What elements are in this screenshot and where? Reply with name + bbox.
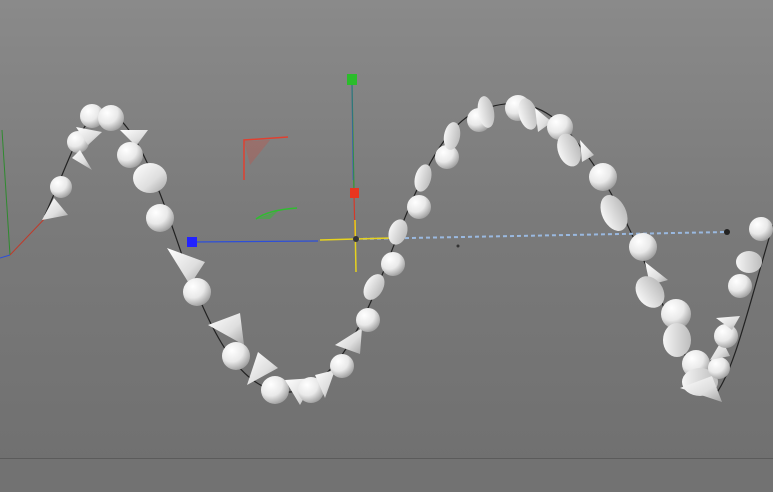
sphere-object[interactable]	[261, 376, 289, 404]
disc-object[interactable]	[359, 270, 389, 303]
dashed-guide-line	[355, 231, 728, 240]
sphere-object[interactable]	[356, 308, 380, 332]
sphere-object[interactable]	[98, 105, 124, 131]
disc-object[interactable]	[412, 162, 435, 193]
clone-objects[interactable]	[42, 95, 773, 405]
sphere-object[interactable]	[117, 142, 143, 168]
3d-viewport[interactable]	[0, 0, 773, 492]
sphere-object[interactable]	[330, 354, 354, 378]
z-axis-handle[interactable]	[350, 188, 359, 198]
x-axis-handle[interactable]	[187, 237, 197, 247]
sphere-object[interactable]	[146, 204, 174, 232]
viewport-bottom-bar	[0, 459, 773, 492]
cone-object[interactable]	[72, 150, 92, 170]
sphere-object[interactable]	[589, 163, 617, 191]
disc-object[interactable]	[385, 217, 411, 248]
stray-point	[456, 244, 460, 248]
sphere-object[interactable]	[407, 195, 431, 219]
cone-object[interactable]	[335, 328, 362, 354]
cone-object[interactable]	[580, 140, 594, 162]
sphere-object[interactable]	[629, 233, 657, 261]
sphere-object[interactable]	[50, 176, 72, 198]
cone-object[interactable]	[133, 163, 167, 193]
sphere-object[interactable]	[708, 357, 730, 379]
gizmo-center[interactable]	[353, 236, 359, 242]
sphere-object[interactable]	[728, 274, 752, 298]
y-axis-handle[interactable]	[347, 74, 357, 85]
sphere-object[interactable]	[222, 342, 250, 370]
disc-object[interactable]	[595, 191, 633, 236]
x-axis-handle-line[interactable]	[191, 240, 319, 243]
gizmo-center-y[interactable]	[354, 219, 357, 273]
viewport-scene[interactable]	[0, 0, 773, 492]
world-axis-gizmo	[0, 129, 51, 259]
guide-end-point[interactable]	[724, 229, 730, 235]
move-gizmo[interactable]	[187, 74, 393, 273]
cone-object[interactable]	[42, 198, 68, 220]
sphere-object[interactable]	[381, 252, 405, 276]
disc-object[interactable]	[663, 323, 691, 357]
sine-spline[interactable]	[44, 103, 773, 396]
sphere-object[interactable]	[183, 278, 211, 306]
disc-object[interactable]	[736, 251, 762, 273]
sphere-object[interactable]	[749, 217, 773, 241]
sphere-object[interactable]	[714, 324, 738, 348]
sphere-object[interactable]	[435, 145, 459, 169]
